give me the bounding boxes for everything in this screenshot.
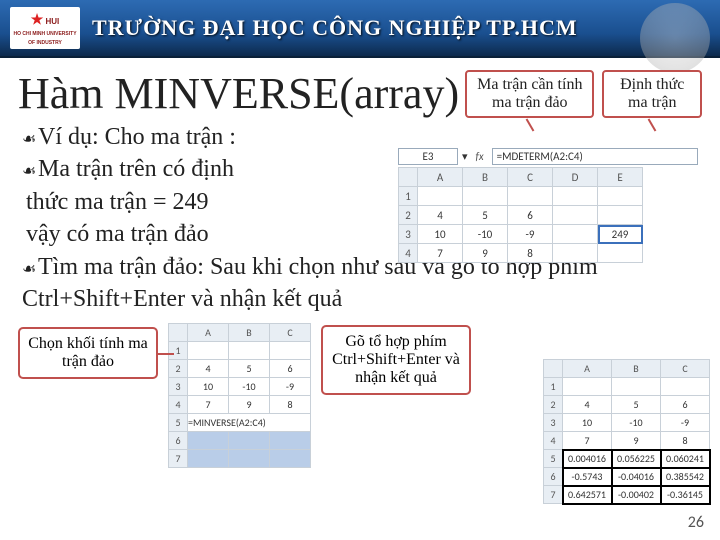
cell-inverse: -0.5743 [563, 468, 612, 486]
cell-inverse: 0.056225 [612, 450, 661, 468]
callout-ctrl-shift-enter: Gõ tổ hợp phím Ctrl+Shift+Enter và nhận … [321, 325, 471, 395]
cell: 4 [418, 206, 463, 225]
banner-title: TRƯỜNG ĐẠI HỌC CÔNG NGHIỆP TP.HCM [92, 15, 578, 41]
brand-banner: ★ HUI HO CHI MINH UNIVERSITY OF INDUSTRY… [0, 0, 720, 58]
logo: ★ HUI HO CHI MINH UNIVERSITY OF INDUSTRY [10, 7, 80, 49]
cell: 9 [463, 244, 508, 263]
logo-subtext: HO CHI MINH UNIVERSITY OF INDUSTRY [13, 31, 76, 46]
row-header: 2 [399, 206, 418, 225]
line-1: Ví dụ: Cho ma trận : [38, 124, 236, 150]
cell: -9 [270, 378, 311, 396]
cell: 8 [508, 244, 553, 263]
row-header: 3 [399, 225, 418, 244]
cell: 4 [563, 396, 612, 414]
bullet-icon [22, 121, 38, 153]
excel-minverse-input: A B C 1 2 4 5 6 3 10 -10 -9 4 7 9 8 5 =M… [168, 323, 311, 468]
cell: 8 [270, 396, 311, 414]
bullet-icon [22, 153, 38, 185]
callout-determinant: Định thức ma trận [602, 70, 702, 118]
cell-inverse: 0.385542 [661, 468, 710, 486]
cell: 5 [463, 206, 508, 225]
page-number: 26 [688, 513, 704, 532]
cell: 5 [229, 360, 270, 378]
formula-cell: =MINVERSE(A2:C4) [188, 414, 311, 432]
fx-icon: fx [476, 150, 484, 163]
col-header: D [553, 168, 598, 187]
cell: 8 [661, 432, 710, 450]
col-header: A [188, 324, 229, 342]
row-header: 4 [544, 432, 563, 450]
sheet-determinant: A B C D E 1 2 4 5 6 3 10 -10 -9 249 4 7 … [398, 167, 643, 263]
row-header: 7 [544, 486, 563, 504]
cell: 9 [229, 396, 270, 414]
cell: 10 [563, 414, 612, 432]
cell-inverse: -0.04016 [612, 468, 661, 486]
cell-inverse: -0.36145 [661, 486, 710, 504]
col-header: C [270, 324, 311, 342]
callout-select-block: Chọn khối tính ma trận đảo [18, 327, 158, 379]
cell-inverse: 0.004016 [563, 450, 612, 468]
cell: -9 [508, 225, 553, 244]
cell: 7 [418, 244, 463, 263]
cell: 10 [188, 378, 229, 396]
row-header: 2 [544, 396, 563, 414]
cell-inverse: -0.00402 [612, 486, 661, 504]
cell: 6 [270, 360, 311, 378]
cell: 6 [508, 206, 553, 225]
cell: -9 [661, 414, 710, 432]
row-header: 1 [399, 187, 418, 206]
cell-inverse: 0.060241 [661, 450, 710, 468]
row-header: 3 [169, 378, 188, 396]
col-header: B [463, 168, 508, 187]
col-header: C [661, 360, 710, 378]
row-header: 7 [169, 450, 188, 468]
row-header: 4 [169, 396, 188, 414]
dropdown-icon: ▾ [462, 150, 468, 163]
col-header: B [612, 360, 661, 378]
row-header: 6 [169, 432, 188, 450]
excel-determinant-embed: E3 ▾ fx =MDETERM(A2:C4) A B C D E 1 2 4 … [398, 148, 698, 263]
cell: 7 [563, 432, 612, 450]
cell: 7 [188, 396, 229, 414]
line-2b: thức ma trận = 249 [26, 189, 209, 215]
cell: -10 [229, 378, 270, 396]
cell: 9 [612, 432, 661, 450]
cell: 6 [661, 396, 710, 414]
row-header: 3 [544, 414, 563, 432]
row-header: 5 [169, 414, 188, 432]
row-header: 1 [544, 378, 563, 396]
col-header: E [598, 168, 643, 187]
name-box: E3 [398, 148, 458, 165]
col-header: A [418, 168, 463, 187]
col-header: A [563, 360, 612, 378]
bullet-icon [22, 251, 38, 283]
slide-title: Hàm MINVERSE(array) [18, 68, 459, 119]
formula-bar: =MDETERM(A2:C4) [492, 148, 698, 165]
cell-inverse: 0.642571 [563, 486, 612, 504]
cell: 10 [418, 225, 463, 244]
excel-minverse-result: A B C 1 2 4 5 6 3 10 -10 -9 4 7 9 8 5 0.… [543, 359, 710, 504]
cell: -10 [463, 225, 508, 244]
col-header: B [229, 324, 270, 342]
logo-abbrev: HUI [46, 17, 60, 26]
row-header: 6 [544, 468, 563, 486]
callout-array-arg: Ma trận cần tính ma trận đảo [465, 70, 594, 118]
seal-icon [640, 3, 710, 73]
cell: 4 [188, 360, 229, 378]
cell-determinant-result: 249 [598, 225, 643, 244]
line-2c: vậy có ma trận đảo [26, 221, 209, 247]
row-header: 5 [544, 450, 563, 468]
cell: -10 [612, 414, 661, 432]
row-header: 4 [399, 244, 418, 263]
line-2a: Ma trận trên có định [38, 156, 234, 182]
col-header: C [508, 168, 553, 187]
row-header: 2 [169, 360, 188, 378]
cell: 5 [612, 396, 661, 414]
row-header: 1 [169, 342, 188, 360]
logo-star-icon: ★ [31, 11, 44, 27]
